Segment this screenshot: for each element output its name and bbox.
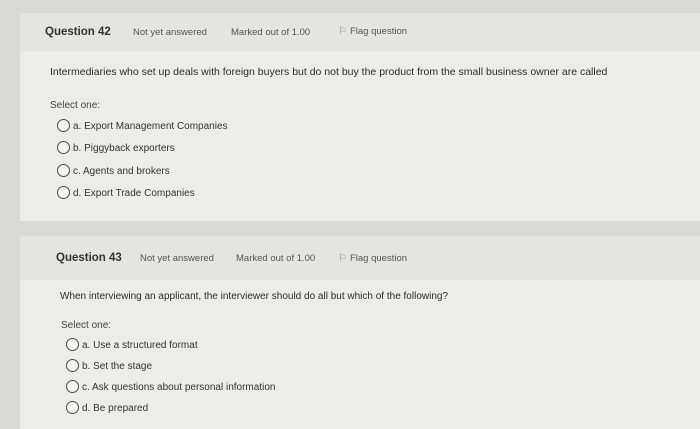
question-marks: Marked out of 1.00 [231,27,311,38]
radio-button-icon[interactable] [57,119,70,132]
question-status: Not yet answered [140,253,214,264]
answer-option-b[interactable]: b. Piggyback exporters [57,141,175,154]
radio-button-icon[interactable] [66,359,79,372]
question-number: Question 42 [45,26,111,38]
question-panel-43: Question 43 Not yet answered Marked out … [20,236,700,429]
answer-option-d[interactable]: d. Be prepared [66,401,148,414]
answer-option-d[interactable]: d. Export Trade Companies [57,186,195,199]
question-header: Question 43 Not yet answered Marked out … [20,236,700,280]
answer-option-label: b. Set the stage [82,360,153,372]
flag-question-link[interactable]: ⚐ Flag question [338,253,407,264]
radio-button-icon[interactable] [57,186,70,199]
answer-option-c[interactable]: c. Agents and brokers [57,164,170,177]
answer-option-label: d. Export Trade Companies [73,187,195,199]
answer-option-label: c. Agents and brokers [73,165,170,177]
select-one-label: Select one: [50,100,101,111]
answer-option-a[interactable]: a. Use a structured format [66,338,198,351]
question-status: Not yet answered [133,27,207,38]
question-text: When interviewing an applicant, the inte… [60,291,449,302]
answer-option-label: b. Piggyback exporters [73,142,175,154]
question-number: Question 43 [56,252,122,264]
select-one-label: Select one: [61,320,112,331]
question-header: Question 42 Not yet answered Marked out … [20,13,700,51]
flag-question-label: Flag question [349,253,408,264]
flag-question-label: Flag question [349,26,408,37]
answer-option-label: c. Ask questions about personal informat… [82,381,276,393]
answer-option-label: a. Export Management Companies [73,120,228,132]
question-text: Intermediaries who set up deals with for… [50,66,608,78]
question-panel-42: Question 42 Not yet answered Marked out … [20,13,700,221]
radio-button-icon[interactable] [57,141,70,154]
question-marks: Marked out of 1.00 [236,253,316,264]
answer-option-b[interactable]: b. Set the stage [66,359,152,372]
radio-button-icon[interactable] [66,338,79,351]
answer-option-label: d. Be prepared [82,402,149,414]
flag-icon: ⚐ [338,26,347,37]
flag-question-link[interactable]: ⚐ Flag question [338,26,407,37]
flag-icon: ⚐ [338,253,347,264]
radio-button-icon[interactable] [57,164,70,177]
answer-option-a[interactable]: a. Export Management Companies [57,119,228,132]
radio-button-icon[interactable] [66,380,79,393]
answer-option-label: a. Use a structured format [82,339,198,351]
radio-button-icon[interactable] [66,401,79,414]
answer-option-c[interactable]: c. Ask questions about personal informat… [66,380,275,393]
